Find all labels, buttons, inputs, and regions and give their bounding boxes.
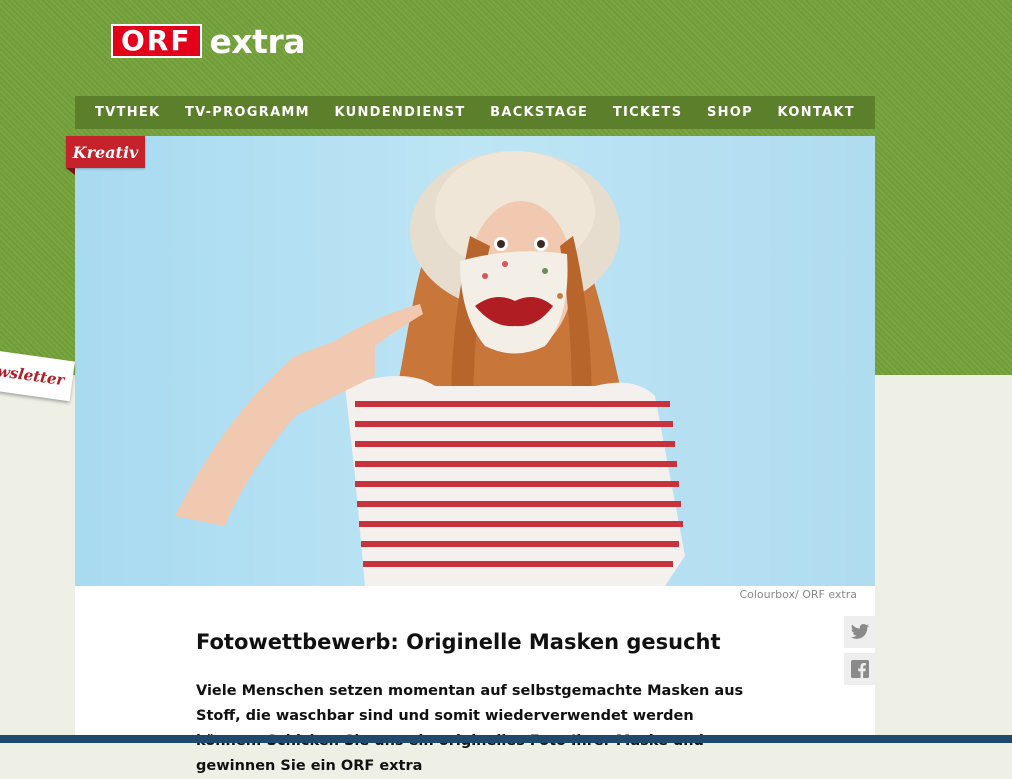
facebook-icon <box>851 660 869 678</box>
nav-item-tvthek[interactable]: TVTHEK <box>95 105 160 120</box>
nav-item-kontakt[interactable]: KONTAKT <box>778 105 855 120</box>
article-headline: Fotowettbewerb: Originelle Masken gesuch… <box>196 630 721 654</box>
twitter-icon <box>850 624 870 639</box>
nav-item-tv-programm[interactable]: TV-PROGRAMM <box>185 105 310 120</box>
main-navigation: TVTHEK TV-PROGRAMM KUNDENDIENST BACKSTAG… <box>75 96 875 129</box>
orf-extra-logo[interactable]: ORF extra <box>111 21 306 61</box>
facebook-share-button[interactable] <box>844 653 876 685</box>
hero-image <box>75 136 875 586</box>
nav-item-backstage[interactable]: BACKSTAGE <box>490 105 588 120</box>
category-tag[interactable]: Kreativ <box>66 136 145 168</box>
orf-logo-box: ORF <box>111 24 202 58</box>
extra-logo-text: extra <box>209 21 306 61</box>
category-tag-fold <box>66 168 75 175</box>
woman-with-mask-illustration <box>175 151 685 586</box>
image-credit: Colourbox/ ORF extra <box>739 588 857 601</box>
article-card: Colourbox/ ORF extra Fotowettbewerb: Ori… <box>75 136 876 774</box>
nav-item-tickets[interactable]: TICKETS <box>613 105 683 120</box>
bottom-bar <box>0 735 1012 743</box>
twitter-share-button[interactable] <box>844 616 876 648</box>
nav-item-kundendienst[interactable]: KUNDENDIENST <box>334 105 465 120</box>
article-body: Viele Menschen setzen momentan auf selbs… <box>196 683 744 774</box>
nav-item-shop[interactable]: SHOP <box>707 105 753 120</box>
